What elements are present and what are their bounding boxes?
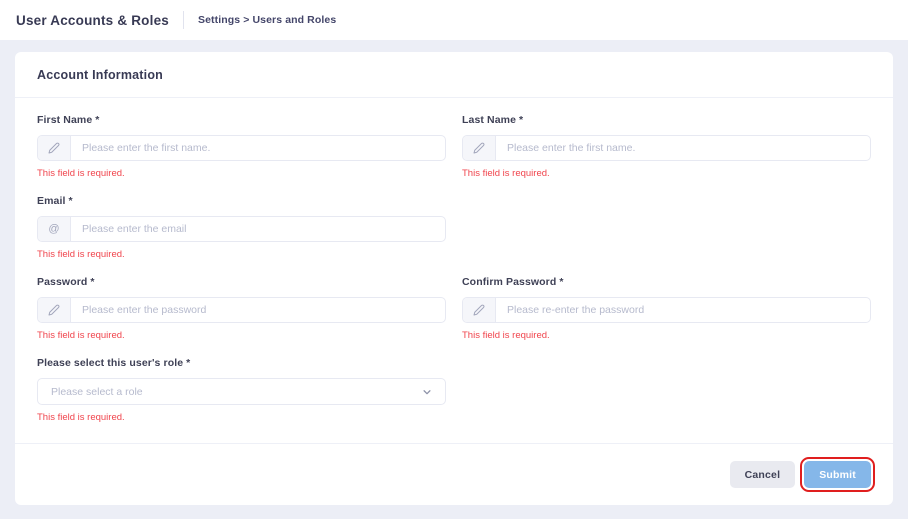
role-error: This field is required. — [37, 412, 446, 423]
last-name-input-group — [462, 135, 871, 161]
password-input-group — [37, 297, 446, 323]
confirm-password-input-group — [462, 297, 871, 323]
pencil-icon — [38, 136, 71, 160]
password-input[interactable] — [71, 298, 445, 322]
chevron-down-icon — [422, 387, 432, 397]
last-name-label: Last Name * — [462, 114, 871, 126]
role-select-value: Please select a role — [51, 386, 143, 398]
role-label: Please select this user's role * — [37, 357, 446, 369]
email-field: Email * @ This field is required. — [37, 195, 446, 260]
form-row-names: First Name * This field is required. Las… — [37, 114, 871, 179]
first-name-input-group — [37, 135, 446, 161]
top-bar: User Accounts & Roles Settings > Users a… — [0, 0, 908, 40]
page-title: User Accounts & Roles — [16, 13, 169, 28]
password-label: Password * — [37, 276, 446, 288]
confirm-password-input[interactable] — [496, 298, 870, 322]
pencil-icon — [463, 136, 496, 160]
last-name-field: Last Name * This field is required. — [462, 114, 871, 179]
account-form: First Name * This field is required. Las… — [15, 98, 893, 443]
breadcrumb[interactable]: Settings > Users and Roles — [198, 14, 336, 26]
at-sign-icon: @ — [38, 217, 71, 241]
form-footer: Cancel Submit — [15, 443, 893, 505]
email-label: Email * — [37, 195, 446, 207]
form-row-email: Email * @ This field is required. — [37, 195, 871, 260]
pencil-icon — [38, 298, 71, 322]
cancel-button[interactable]: Cancel — [730, 461, 796, 488]
last-name-error: This field is required. — [462, 168, 871, 179]
role-field: Please select this user's role * Please … — [37, 357, 446, 423]
form-row-passwords: Password * This field is required. Confi… — [37, 276, 871, 341]
pencil-icon — [463, 298, 496, 322]
email-input[interactable] — [71, 217, 445, 241]
password-field: Password * This field is required. — [37, 276, 446, 341]
card-title: Account Information — [15, 52, 893, 98]
password-error: This field is required. — [37, 330, 446, 341]
first-name-error: This field is required. — [37, 168, 446, 179]
confirm-password-error: This field is required. — [462, 330, 871, 341]
email-input-group: @ — [37, 216, 446, 242]
email-error: This field is required. — [37, 249, 446, 260]
title-breadcrumb-divider — [183, 11, 184, 29]
last-name-input[interactable] — [496, 136, 870, 160]
first-name-label: First Name * — [37, 114, 446, 126]
form-row-role: Please select this user's role * Please … — [37, 357, 871, 423]
submit-button[interactable]: Submit — [804, 461, 871, 488]
role-select[interactable]: Please select a role — [37, 378, 446, 405]
confirm-password-label: Confirm Password * — [462, 276, 871, 288]
first-name-field: First Name * This field is required. — [37, 114, 446, 179]
first-name-input[interactable] — [71, 136, 445, 160]
confirm-password-field: Confirm Password * This field is require… — [462, 276, 871, 341]
account-information-card: Account Information First Name * This fi… — [15, 52, 893, 505]
